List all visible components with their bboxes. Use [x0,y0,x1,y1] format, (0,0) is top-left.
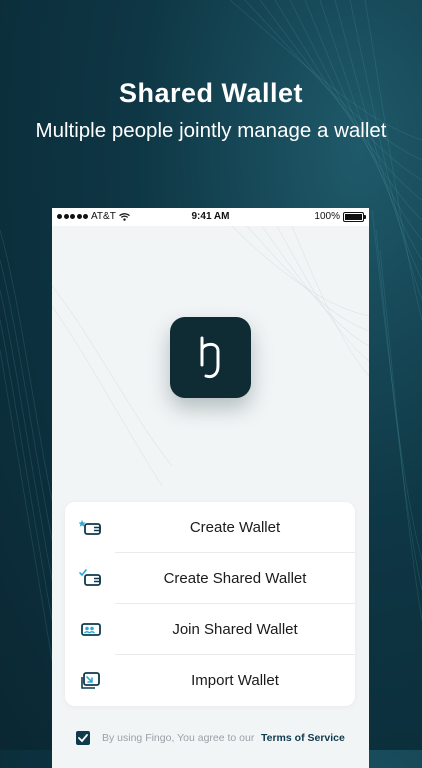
terms-of-service-link[interactable]: Terms of Service [261,732,345,744]
marketing-subtitle: Multiple people jointly manage a wallet [35,119,387,142]
status-bar: AT&T 9:41 AM 100% [52,208,369,226]
join-shared-wallet-button[interactable]: Join Shared Wallet [65,604,355,655]
create-shared-wallet-button[interactable]: Create Shared Wallet [65,553,355,604]
import-wallet-label: Import Wallet [191,672,279,689]
battery-percent: 100% [314,211,340,222]
wallet-options-card: Create Wallet Create Shared Wallet Join … [65,502,355,706]
create-wallet-label: Create Wallet [189,519,281,536]
create-shared-wallet-icon [79,569,101,586]
agreement-text: By using Fingo, You agree to our [102,732,255,744]
join-shared-wallet-label: Join Shared Wallet [172,621,298,638]
create-shared-wallet-label: Create Shared Wallet [163,570,307,587]
import-wallet-button[interactable]: Import Wallet [65,655,355,706]
app-logo [170,317,251,398]
join-shared-wallet-icon [81,623,101,636]
battery-icon [343,211,366,222]
agree-checkbox[interactable] [76,731,90,745]
phone-screen: AT&T 9:41 AM 100% Create Wallet Create S… [52,208,369,768]
terms-agreement: By using Fingo, You agree to our Terms o… [76,731,366,747]
status-bar-right: 100% [314,211,366,222]
create-wallet-button[interactable]: Create Wallet [65,502,355,553]
marketing-title: Shared Wallet [118,78,304,108]
fingo-logo-icon [200,336,219,378]
checkmark-icon [78,734,88,743]
import-wallet-icon [81,672,100,689]
create-wallet-icon [79,520,101,535]
